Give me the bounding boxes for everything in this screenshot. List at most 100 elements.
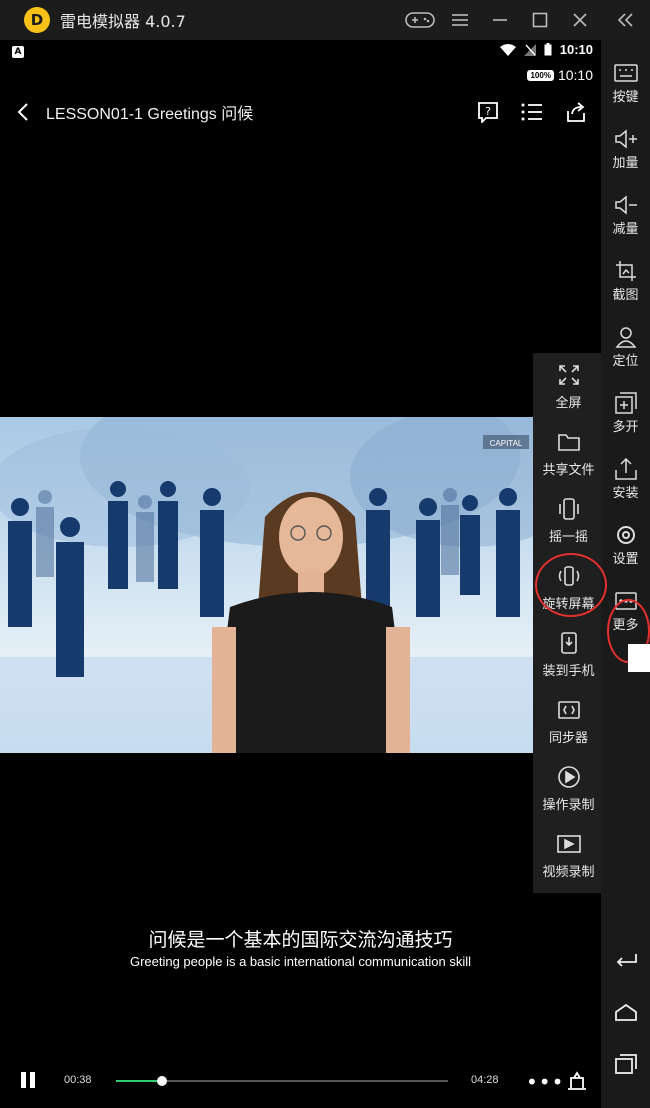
more-item-label: 共享文件 xyxy=(542,463,595,478)
more-item-label: 装到手机 xyxy=(542,664,595,679)
more-item-share-files[interactable]: 共享文件 xyxy=(533,420,604,486)
fullscreen-icon xyxy=(557,363,581,387)
install-icon xyxy=(614,458,638,480)
seek-thumb[interactable] xyxy=(157,1076,168,1086)
video-scene: CAPITAL xyxy=(0,417,601,753)
menu-icon[interactable] xyxy=(440,0,480,40)
toolbar-item-multi-instance[interactable]: 多开 xyxy=(601,370,650,436)
current-time: 00:38 xyxy=(64,1074,92,1086)
multi-instance-icon xyxy=(614,392,638,414)
window-controls xyxy=(400,0,650,40)
recents-icon xyxy=(615,1054,637,1074)
lesson-title: LESSON01-1 Greetings 问候 xyxy=(46,106,254,123)
seek-bar[interactable] xyxy=(116,1076,448,1086)
location-icon xyxy=(614,326,638,348)
more-panel: 全屏 共享文件 摇一摇 旋转屏幕 装到手机 同步器 操作录制 视频录制 xyxy=(533,353,604,893)
volume-down-icon xyxy=(614,194,638,216)
gamepad-icon[interactable] xyxy=(400,0,440,40)
no-sim-icon xyxy=(523,43,536,56)
more-item-sync[interactable]: 同步器 xyxy=(533,688,604,754)
subtitle-english: Greeting people is a basic international… xyxy=(129,954,472,969)
video-frame[interactable]: CAPITAL xyxy=(0,417,601,753)
cast-button[interactable] xyxy=(566,1070,588,1092)
android-recents-button[interactable] xyxy=(613,1052,639,1076)
more-item-label: 摇一摇 xyxy=(548,530,588,545)
more-item-label: 全屏 xyxy=(555,396,582,411)
toolbar-item-install[interactable]: 安装 xyxy=(601,436,650,502)
toolbar-label: 截图 xyxy=(612,288,639,303)
more-item-fullscreen[interactable]: 全屏 xyxy=(533,353,604,419)
android-screen: A 10:10 100% 10:10 LESSON01-1 Greetings … xyxy=(0,40,601,1108)
pause-button[interactable] xyxy=(18,1070,40,1092)
total-time: 04:28 xyxy=(471,1074,499,1086)
more-item-label: 操作录制 xyxy=(542,798,595,813)
toolbar-item-keys[interactable]: 按键 xyxy=(601,40,650,106)
toolbar-label: 安装 xyxy=(612,486,639,501)
share-icon[interactable] xyxy=(565,101,587,123)
back-button[interactable] xyxy=(0,90,46,134)
android-back-button[interactable] xyxy=(613,947,639,971)
folder-icon xyxy=(557,430,581,454)
toolbar-item-volume-up[interactable]: 加量 xyxy=(601,106,650,172)
home-icon xyxy=(615,1003,637,1021)
subtitle-chinese: 问候是一个基本的国际交流沟通技巧 xyxy=(148,929,453,951)
collapse-icon[interactable] xyxy=(600,0,650,40)
svg-text:?: ? xyxy=(485,105,491,118)
more-item-operation-record[interactable]: 操作录制 xyxy=(533,755,604,821)
toolbar-item-screenshot[interactable]: 截图 xyxy=(601,238,650,304)
more-item-install-to-phone[interactable]: 装到手机 xyxy=(533,621,604,687)
back-icon xyxy=(616,954,637,967)
maximize-icon[interactable] xyxy=(520,0,560,40)
shake-icon xyxy=(557,497,581,521)
video-record-icon xyxy=(556,832,581,856)
toolbar-item-settings[interactable]: 设置 xyxy=(601,502,650,568)
battery-icon xyxy=(544,43,552,56)
toolbar-label: 设置 xyxy=(612,552,639,567)
keyboard-icon xyxy=(613,62,638,84)
more-options-button[interactable]: ••• xyxy=(526,1070,564,1094)
more-item-label: 同步器 xyxy=(548,731,588,746)
question-icon[interactable]: ? xyxy=(477,101,499,123)
emulator-logo: D xyxy=(24,7,50,33)
toolbar-label: 加量 xyxy=(612,156,639,171)
emulator-toolbar: 按键 加量 减量 截图 定位 多开 安装 设置 更多 xyxy=(601,40,650,1108)
player-controls: 00:38 04:28 ••• xyxy=(0,1062,601,1102)
toolbar-item-location[interactable]: 定位 xyxy=(601,304,650,370)
operation-record-icon xyxy=(557,765,581,789)
logo-letter: D xyxy=(30,11,44,29)
more-item-video-record[interactable]: 视频录制 xyxy=(533,822,604,888)
android-home-button[interactable] xyxy=(613,1000,639,1024)
emulator-title: 雷电模拟器 4.0.7 xyxy=(60,12,186,31)
toolbar-label: 多开 xyxy=(612,420,639,435)
sync-icon xyxy=(557,698,581,722)
install-to-phone-icon xyxy=(557,631,581,655)
cast-icon xyxy=(568,1071,586,1090)
tooltip-fragment xyxy=(628,644,650,672)
video-watermark: CAPITAL xyxy=(490,439,523,448)
minimize-icon[interactable] xyxy=(480,0,520,40)
playlist-icon[interactable] xyxy=(521,102,543,122)
toolbar-item-volume-down[interactable]: 减量 xyxy=(601,172,650,238)
more-item-label: 视频录制 xyxy=(542,865,595,880)
status-time-secondary: 10:10 xyxy=(557,67,593,83)
screenshot-icon xyxy=(614,260,638,282)
toolbar-label: 减量 xyxy=(612,222,639,237)
seek-progress xyxy=(116,1080,163,1082)
more-item-shake[interactable]: 摇一摇 xyxy=(533,487,604,553)
status-time: 10:10 xyxy=(559,42,593,57)
close-icon[interactable] xyxy=(560,0,600,40)
wifi-icon xyxy=(499,43,516,56)
notification-badge: A xyxy=(12,46,24,58)
status-bar: 10:10 xyxy=(499,42,593,57)
battery-percent: 100% xyxy=(527,69,554,81)
player-appbar: LESSON01-1 Greetings 问候 ? xyxy=(0,90,601,134)
appbar-actions: ? xyxy=(477,90,587,134)
chevron-left-icon xyxy=(17,103,28,121)
settings-icon xyxy=(614,524,638,546)
highlight-circle-rotate xyxy=(535,553,607,617)
emulator-titlebar: D 雷电模拟器 4.0.7 xyxy=(0,0,650,40)
secondary-status: 100% 10:10 xyxy=(527,67,593,83)
toolbar-label: 定位 xyxy=(612,354,639,369)
toolbar-label: 按键 xyxy=(612,90,639,105)
volume-up-icon xyxy=(614,128,638,150)
